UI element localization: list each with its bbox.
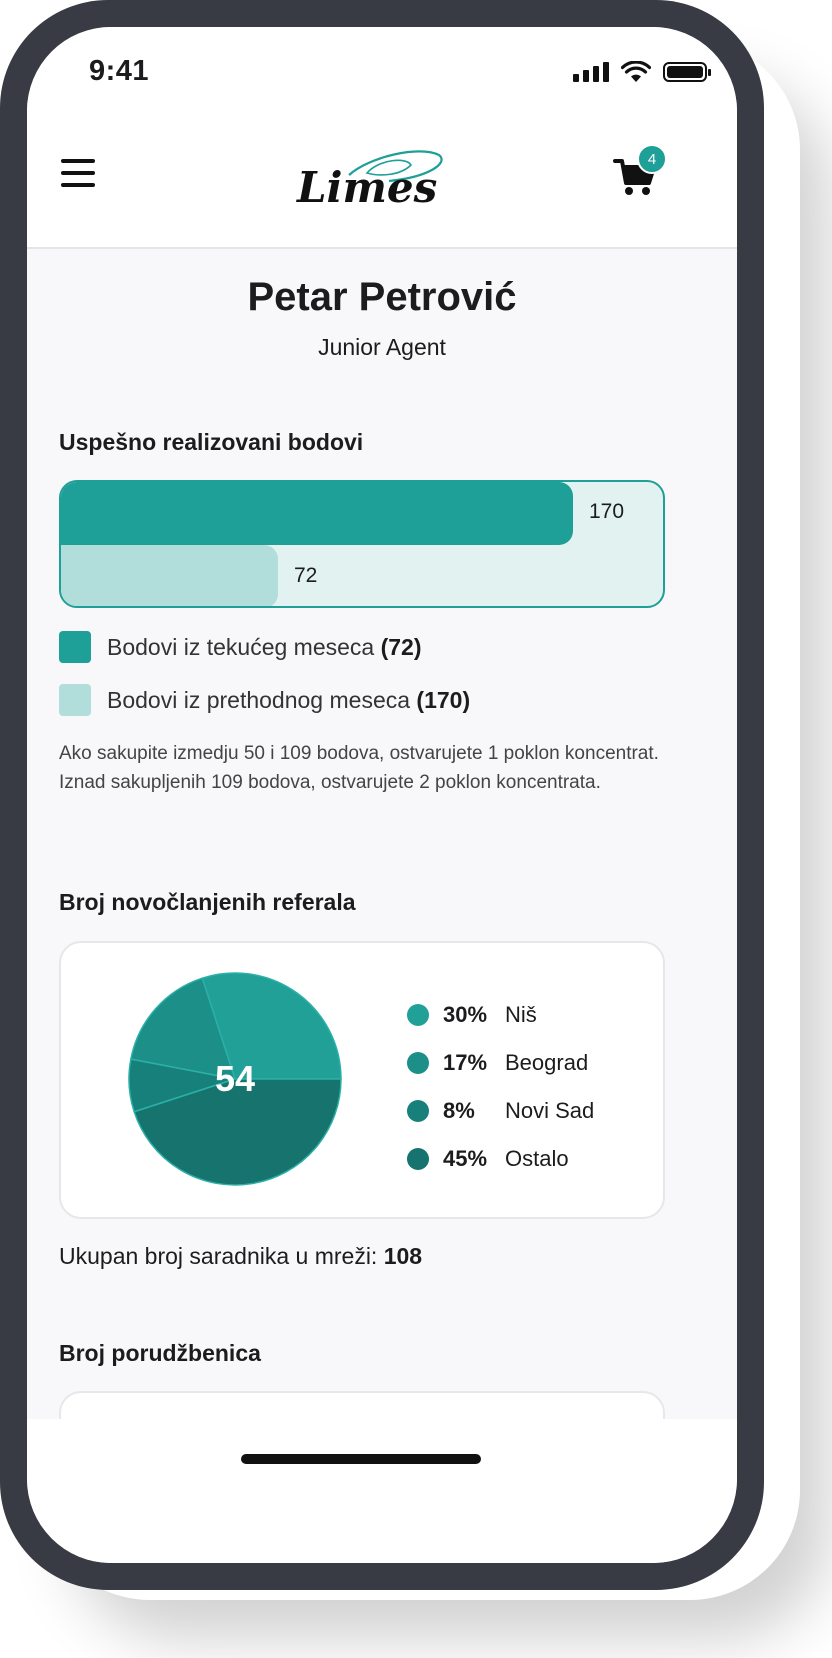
referrals-title: Broj novočlanjenih referala (59, 889, 356, 915)
legend-dot (407, 1148, 429, 1170)
bar-current-month-label: 72 (294, 564, 318, 587)
limes-logo: Limes (289, 145, 469, 215)
legend-swatch-current (59, 631, 91, 663)
legend-city: Ostalo (505, 1146, 569, 1171)
orders-title: Broj porudžbenica (59, 1340, 261, 1366)
status-icons (573, 61, 711, 83)
points-bar-chart: 170 72 (59, 480, 665, 608)
legend-city: Novi Sad (505, 1098, 595, 1123)
bar-previous-month-label: 170 (589, 500, 625, 523)
bar-previous-month (61, 482, 573, 545)
pie-legend-row: 17% Beograd (407, 1039, 594, 1087)
legend-current-value: (72) (380, 633, 422, 660)
legend-swatch-previous (59, 684, 91, 716)
legend-current-label: Bodovi iz tekućeg meseca (107, 633, 375, 660)
status-time: 9:41 (89, 55, 150, 87)
legend-percent: 17% (443, 1050, 488, 1075)
wifi-icon (621, 61, 651, 82)
cellular-signal-icon (573, 62, 609, 82)
pie-legend-row: 45% Ostalo (407, 1135, 594, 1183)
home-bar-area (27, 1419, 737, 1563)
network-total-value: 108 (383, 1243, 423, 1269)
legend-previous-value: (170) (416, 686, 471, 713)
hamburger-icon[interactable] (61, 159, 95, 187)
pie-legend-row: 8% Novi Sad (407, 1087, 594, 1135)
app-header: 9:41 Limes 4 (27, 27, 737, 249)
legend-city: Niš (505, 1002, 537, 1027)
network-total: Ukupan broj saradnika u mreži: 108 (59, 1243, 422, 1270)
legend-previous-month: Bodovi iz prethodnog meseca (170) (59, 684, 470, 716)
legend-current-month: Bodovi iz tekućeg meseca (72) (59, 631, 422, 663)
legend-dot (407, 1052, 429, 1074)
battery-icon (663, 62, 711, 82)
pie-legend-row: 30% Niš (407, 991, 594, 1039)
legend-percent: 8% (443, 1098, 475, 1123)
phone-frame: 9:41 Limes 4 Petar Petrović Junior Agent… (0, 0, 764, 1590)
legend-previous-label: Bodovi iz prethodnog meseca (107, 686, 411, 713)
points-title: Uspešno realizovani bodovi (59, 429, 364, 455)
network-total-label: Ukupan broj saradnika u mreži: (59, 1243, 378, 1269)
legend-percent: 30% (443, 1002, 488, 1027)
profile-name: Petar Petrović (247, 275, 517, 319)
points-note: Ako sakupite izmedju 50 i 109 bodova, os… (59, 743, 659, 793)
referrals-card: 54 30% Niš 17% Beograd 8% Novi Sad 45% O… (59, 941, 665, 1219)
pie-center-total: 54 (214, 1058, 256, 1099)
logo-text: Limes (297, 163, 438, 212)
legend-city: Beograd (505, 1050, 589, 1075)
screen: 9:41 Limes 4 Petar Petrović Junior Agent… (27, 27, 737, 1563)
legend-dot (407, 1004, 429, 1026)
pie-legend: 30% Niš 17% Beograd 8% Novi Sad 45% Osta… (407, 991, 594, 1183)
legend-dot (407, 1100, 429, 1122)
home-indicator[interactable] (241, 1454, 481, 1464)
cart-badge: 4 (637, 144, 667, 174)
legend-percent: 45% (443, 1146, 488, 1171)
profile-role: Junior Agent (318, 334, 446, 360)
bar-current-month (61, 545, 278, 606)
